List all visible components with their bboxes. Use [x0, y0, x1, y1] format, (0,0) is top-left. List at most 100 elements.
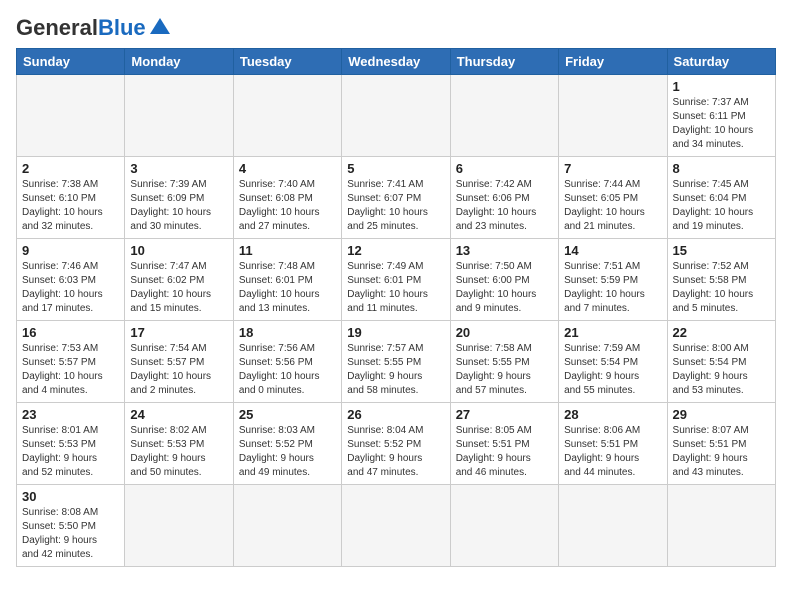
calendar-cell: 30 Sunrise: 8:08 AM Sunset: 5:50 PM Dayli… [17, 485, 125, 567]
day-number: 18 [239, 325, 336, 340]
day-info: Sunrise: 7:49 AM Sunset: 6:01 PM Dayligh… [347, 260, 444, 316]
weekday-header: Saturday [667, 49, 775, 75]
calendar-cell: 8 Sunrise: 7:45 AM Sunset: 6:04 PM Daylig… [667, 157, 775, 239]
day-info: Sunrise: 7:41 AM Sunset: 6:07 PM Dayligh… [347, 178, 444, 234]
calendar-cell [450, 485, 558, 567]
logo-text: GeneralBlue [16, 17, 146, 39]
day-info: Sunrise: 7:39 AM Sunset: 6:09 PM Dayligh… [130, 178, 227, 234]
day-number: 1 [673, 79, 770, 94]
calendar-cell: 24 Sunrise: 8:02 AM Sunset: 5:53 PM Dayli… [125, 403, 233, 485]
calendar-cell: 15Sunrise: 7:52 AM Sunset: 5:58 PM Dayli… [667, 239, 775, 321]
page-header: GeneralBlue [16, 16, 776, 40]
day-number: 14 [564, 243, 661, 258]
calendar-week-row: 23Sunrise: 8:01 AM Sunset: 5:53 PM Dayli… [17, 403, 776, 485]
calendar-week-row: 1 Sunrise: 7:37 AM Sunset: 6:11 PM Daylig… [17, 75, 776, 157]
weekday-header: Friday [559, 49, 667, 75]
day-info: Sunrise: 7:54 AM Sunset: 5:57 PM Dayligh… [130, 342, 227, 398]
day-info: Sunrise: 7:59 AM Sunset: 5:54 PM Dayligh… [564, 342, 661, 398]
day-info: Sunrise: 8:03 AM Sunset: 5:52 PM Dayligh… [239, 424, 336, 480]
calendar-cell: 21 Sunrise: 7:59 AM Sunset: 5:54 PM Dayli… [559, 321, 667, 403]
day-number: 6 [456, 161, 553, 176]
day-info: Sunrise: 8:00 AM Sunset: 5:54 PM Dayligh… [673, 342, 770, 398]
day-number: 28 [564, 407, 661, 422]
day-info: Sunrise: 7:53 AM Sunset: 5:57 PM Dayligh… [22, 342, 119, 398]
day-number: 17 [130, 325, 227, 340]
calendar-cell: 5Sunrise: 7:41 AM Sunset: 6:07 PM Daylig… [342, 157, 450, 239]
calendar-cell [233, 485, 341, 567]
day-number: 2 [22, 161, 119, 176]
day-info: Sunrise: 7:47 AM Sunset: 6:02 PM Dayligh… [130, 260, 227, 316]
day-number: 24 [130, 407, 227, 422]
day-number: 20 [456, 325, 553, 340]
day-info: Sunrise: 7:50 AM Sunset: 6:00 PM Dayligh… [456, 260, 553, 316]
calendar-cell [125, 485, 233, 567]
day-info: Sunrise: 8:02 AM Sunset: 5:53 PM Dayligh… [130, 424, 227, 480]
calendar-cell: 7 Sunrise: 7:44 AM Sunset: 6:05 PM Daylig… [559, 157, 667, 239]
day-info: Sunrise: 8:07 AM Sunset: 5:51 PM Dayligh… [673, 424, 770, 480]
day-info: Sunrise: 8:05 AM Sunset: 5:51 PM Dayligh… [456, 424, 553, 480]
day-number: 15 [673, 243, 770, 258]
day-number: 21 [564, 325, 661, 340]
day-info: Sunrise: 7:56 AM Sunset: 5:56 PM Dayligh… [239, 342, 336, 398]
day-info: Sunrise: 8:08 AM Sunset: 5:50 PM Dayligh… [22, 506, 119, 562]
day-number: 10 [130, 243, 227, 258]
calendar-cell: 6 Sunrise: 7:42 AM Sunset: 6:06 PM Daylig… [450, 157, 558, 239]
calendar-cell [17, 75, 125, 157]
day-info: Sunrise: 7:37 AM Sunset: 6:11 PM Dayligh… [673, 96, 770, 152]
day-number: 19 [347, 325, 444, 340]
calendar-cell: 2Sunrise: 7:38 AM Sunset: 6:10 PM Daylig… [17, 157, 125, 239]
calendar-cell: 1 Sunrise: 7:37 AM Sunset: 6:11 PM Daylig… [667, 75, 775, 157]
day-number: 8 [673, 161, 770, 176]
day-info: Sunrise: 8:06 AM Sunset: 5:51 PM Dayligh… [564, 424, 661, 480]
calendar-cell: 13 Sunrise: 7:50 AM Sunset: 6:00 PM Dayli… [450, 239, 558, 321]
calendar-cell: 18 Sunrise: 7:56 AM Sunset: 5:56 PM Dayli… [233, 321, 341, 403]
day-number: 3 [130, 161, 227, 176]
calendar-cell: 9Sunrise: 7:46 AM Sunset: 6:03 PM Daylig… [17, 239, 125, 321]
calendar-cell: 23Sunrise: 8:01 AM Sunset: 5:53 PM Dayli… [17, 403, 125, 485]
calendar-cell: 14Sunrise: 7:51 AM Sunset: 5:59 PM Dayli… [559, 239, 667, 321]
day-info: Sunrise: 7:48 AM Sunset: 6:01 PM Dayligh… [239, 260, 336, 316]
calendar-cell: 26 Sunrise: 8:04 AM Sunset: 5:52 PM Dayli… [342, 403, 450, 485]
day-number: 22 [673, 325, 770, 340]
day-info: Sunrise: 7:40 AM Sunset: 6:08 PM Dayligh… [239, 178, 336, 234]
calendar-week-row: 2Sunrise: 7:38 AM Sunset: 6:10 PM Daylig… [17, 157, 776, 239]
weekday-header: Sunday [17, 49, 125, 75]
calendar-cell: 17 Sunrise: 7:54 AM Sunset: 5:57 PM Dayli… [125, 321, 233, 403]
day-number: 27 [456, 407, 553, 422]
calendar-cell [559, 75, 667, 157]
calendar-cell: 4 Sunrise: 7:40 AM Sunset: 6:08 PM Daylig… [233, 157, 341, 239]
calendar-cell: 27 Sunrise: 8:05 AM Sunset: 5:51 PM Dayli… [450, 403, 558, 485]
calendar-cell: 29 Sunrise: 8:07 AM Sunset: 5:51 PM Dayli… [667, 403, 775, 485]
day-number: 11 [239, 243, 336, 258]
day-number: 7 [564, 161, 661, 176]
weekday-row: SundayMondayTuesdayWednesdayThursdayFrid… [17, 49, 776, 75]
calendar-table: SundayMondayTuesdayWednesdayThursdayFrid… [16, 48, 776, 567]
calendar-cell [559, 485, 667, 567]
day-number: 4 [239, 161, 336, 176]
day-info: Sunrise: 7:44 AM Sunset: 6:05 PM Dayligh… [564, 178, 661, 234]
day-info: Sunrise: 7:46 AM Sunset: 6:03 PM Dayligh… [22, 260, 119, 316]
weekday-header: Wednesday [342, 49, 450, 75]
calendar-body: 1 Sunrise: 7:37 AM Sunset: 6:11 PM Daylig… [17, 75, 776, 567]
calendar-cell: 11 Sunrise: 7:48 AM Sunset: 6:01 PM Dayli… [233, 239, 341, 321]
calendar-cell [450, 75, 558, 157]
calendar-cell [233, 75, 341, 157]
day-info: Sunrise: 7:42 AM Sunset: 6:06 PM Dayligh… [456, 178, 553, 234]
logo: GeneralBlue [16, 16, 172, 40]
calendar-cell: 20 Sunrise: 7:58 AM Sunset: 5:55 PM Dayli… [450, 321, 558, 403]
day-info: Sunrise: 8:04 AM Sunset: 5:52 PM Dayligh… [347, 424, 444, 480]
day-number: 13 [456, 243, 553, 258]
calendar-cell [125, 75, 233, 157]
calendar-cell [667, 485, 775, 567]
calendar-cell: 16Sunrise: 7:53 AM Sunset: 5:57 PM Dayli… [17, 321, 125, 403]
calendar-cell [342, 485, 450, 567]
day-number: 29 [673, 407, 770, 422]
day-info: Sunrise: 7:58 AM Sunset: 5:55 PM Dayligh… [456, 342, 553, 398]
calendar-cell: 22 Sunrise: 8:00 AM Sunset: 5:54 PM Dayli… [667, 321, 775, 403]
weekday-header: Monday [125, 49, 233, 75]
calendar-cell: 19Sunrise: 7:57 AM Sunset: 5:55 PM Dayli… [342, 321, 450, 403]
day-info: Sunrise: 8:01 AM Sunset: 5:53 PM Dayligh… [22, 424, 119, 480]
day-number: 26 [347, 407, 444, 422]
day-number: 30 [22, 489, 119, 504]
day-info: Sunrise: 7:45 AM Sunset: 6:04 PM Dayligh… [673, 178, 770, 234]
